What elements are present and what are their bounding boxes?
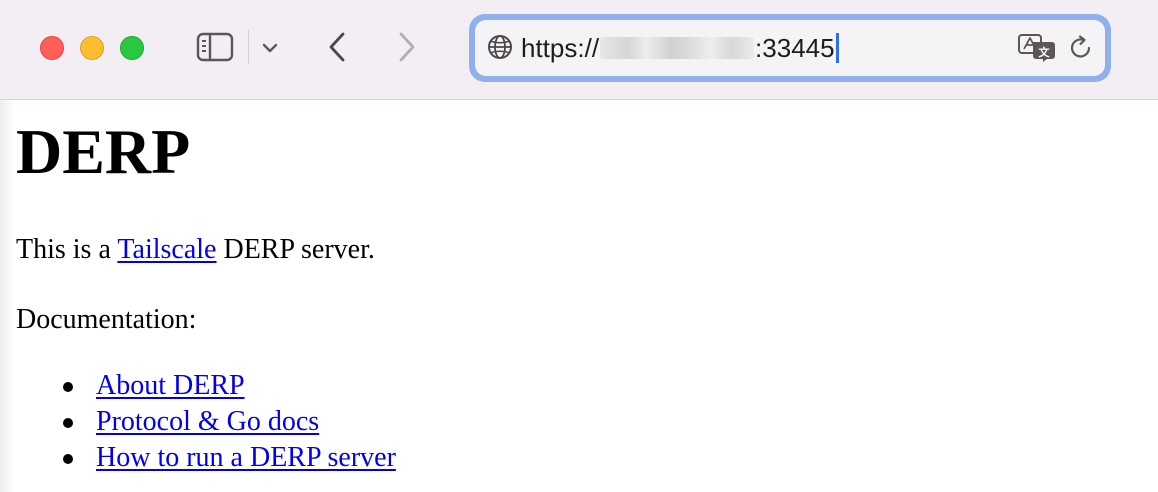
- list-item: How to run a DERP server: [0, 440, 396, 476]
- bullet: [63, 382, 73, 392]
- window-minimize-button[interactable]: [80, 36, 104, 60]
- translate-icon[interactable]: 文: [1017, 33, 1057, 63]
- bullet: [63, 418, 73, 428]
- reload-icon[interactable]: [1067, 34, 1095, 62]
- chevron-down-icon: [262, 43, 278, 53]
- toolbar-separator: [248, 30, 249, 64]
- svg-text:文: 文: [1039, 45, 1051, 59]
- browser-toolbar: https:// :33445 文: [0, 0, 1158, 100]
- window-close-button[interactable]: [40, 36, 64, 60]
- intro-paragraph: This is a Tailscale DERP server.: [16, 232, 375, 268]
- about-derp-link[interactable]: About DERP: [96, 370, 245, 401]
- url-prefix: https://: [521, 33, 600, 63]
- window-maximize-button[interactable]: [120, 36, 144, 60]
- chevron-left-icon: [329, 32, 345, 62]
- bullet: [63, 454, 73, 464]
- forward-button[interactable]: [392, 28, 422, 66]
- run-derp-server-link[interactable]: How to run a DERP server: [96, 442, 396, 473]
- back-button[interactable]: [322, 28, 352, 66]
- chevron-right-icon: [399, 32, 415, 62]
- browser-window: https:// :33445 文 DERP This is a Tailsca…: [0, 0, 1158, 492]
- globe-icon: [488, 35, 512, 59]
- intro-text-before: This is a: [16, 234, 118, 265]
- page-content: DERP This is a Tailscale DERP server. Do…: [0, 100, 1158, 492]
- sidebar-toggle-button[interactable]: [194, 30, 236, 64]
- sidebar-menu-button[interactable]: [258, 34, 282, 62]
- sidebar-icon: [196, 32, 234, 62]
- tailscale-link[interactable]: Tailscale: [117, 234, 216, 265]
- url-suffix: :33445: [755, 33, 835, 63]
- list-item: About DERP: [0, 368, 396, 404]
- page-title: DERP: [16, 116, 191, 187]
- intro-text-after: DERP server.: [216, 234, 375, 265]
- documentation-label: Documentation:: [16, 304, 197, 335]
- protocol-go-docs-link[interactable]: Protocol & Go docs: [96, 406, 319, 437]
- url-host-redacted: [600, 37, 755, 59]
- text-caret: [835, 33, 839, 63]
- address-bar-url[interactable]: https:// :33445: [521, 31, 839, 65]
- list-item: Protocol & Go docs: [0, 404, 396, 440]
- documentation-list: About DERP Protocol & Go docs How to run…: [0, 368, 396, 476]
